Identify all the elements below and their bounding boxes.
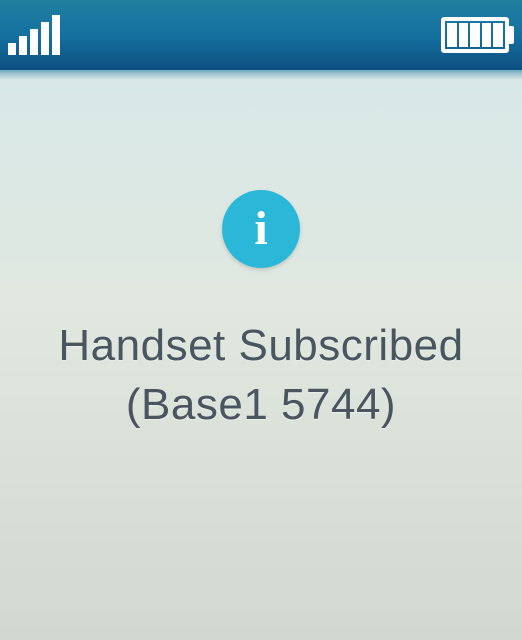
message-line-2: (Base1 5744) [58,375,463,434]
dialog-message: Handset Subscribed (Base1 5744) [58,316,463,435]
signal-strength-icon [8,15,60,55]
status-bar [0,0,522,72]
dialog-content: i Handset Subscribed (Base1 5744) [0,72,522,640]
info-icon: i [222,190,300,268]
message-line-1: Handset Subscribed [58,316,463,375]
info-icon-letter: i [254,205,267,253]
battery-icon [441,17,514,53]
